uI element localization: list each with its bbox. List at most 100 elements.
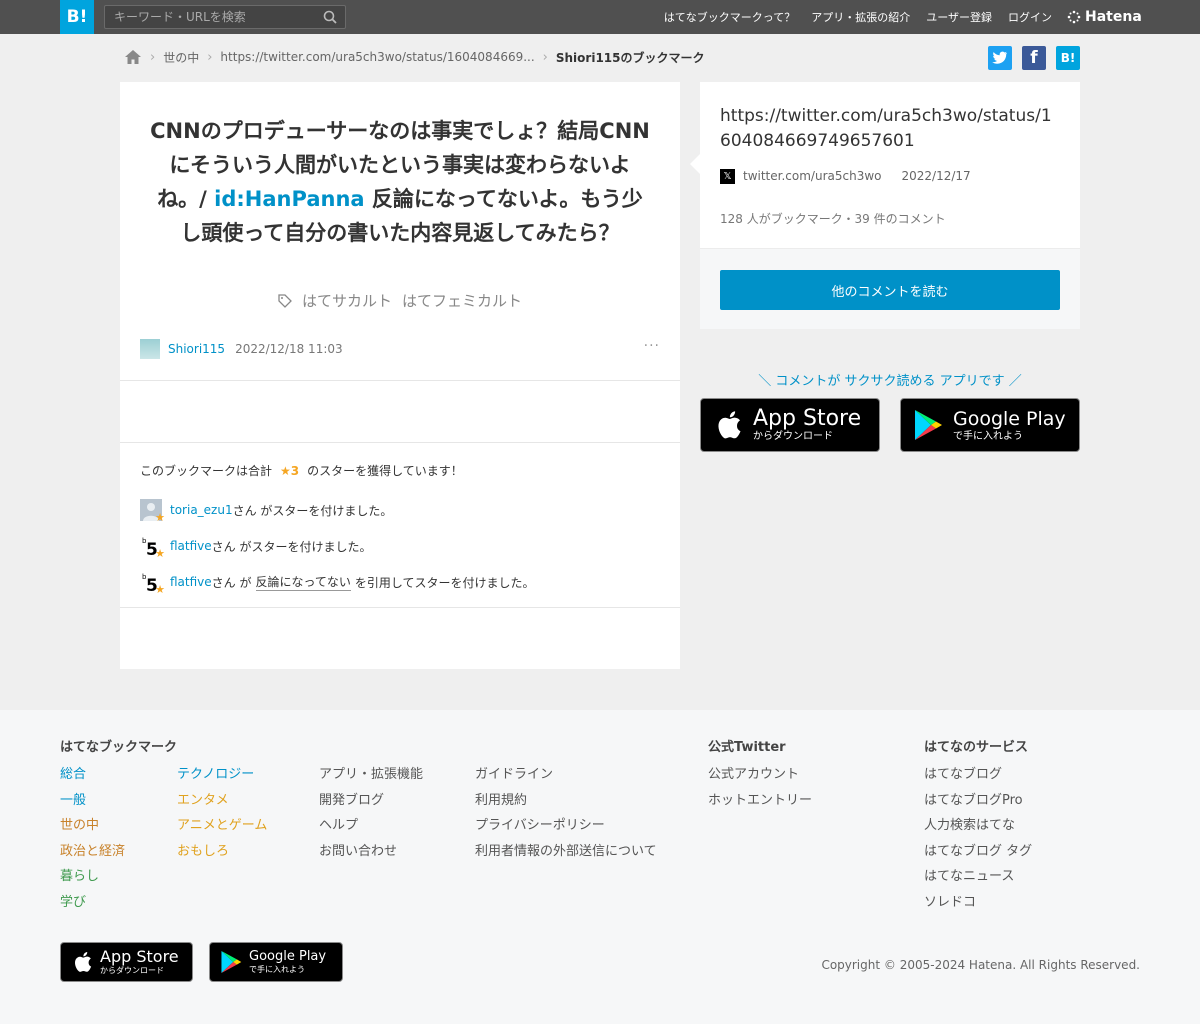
footer-link-all[interactable]: 総合 — [60, 766, 125, 784]
footer-link-blog[interactable]: はてなブログ — [924, 766, 1032, 784]
star-quote-link[interactable]: 反論になってない — [255, 573, 351, 591]
home-icon[interactable] — [124, 49, 142, 65]
share-hatena-button[interactable]: B! — [1056, 46, 1080, 70]
footer-link-apps[interactable]: アプリ・拡張機能 — [319, 766, 423, 784]
hatena-brand-link[interactable]: Hatena — [1067, 0, 1142, 34]
avatar[interactable]: b5 ★ — [140, 535, 165, 560]
app-store-subtitle: からダウンロード — [100, 966, 164, 975]
footer-link-game[interactable]: アニメとゲーム — [177, 817, 267, 835]
star-icon: ★ — [155, 583, 165, 596]
footer-link-terms[interactable]: 利用規約 — [475, 792, 657, 810]
divider — [120, 442, 680, 443]
divider — [120, 380, 680, 381]
app-store-badge[interactable]: App Store からダウンロード — [700, 398, 880, 452]
avatar[interactable] — [140, 339, 160, 359]
star-row-text: さん がスターを付けました。 — [232, 503, 393, 518]
footer-link-general[interactable]: 一般 — [60, 792, 125, 810]
footer-link-soredoko[interactable]: ソレドコ — [924, 894, 1032, 912]
share-facebook-button[interactable]: f — [1022, 46, 1046, 70]
entry-meta: 𝕏 twitter.com/ura5ch3wo 2022/12/17 — [720, 167, 971, 185]
footer-heading-bookmark: はてなブックマーク — [60, 740, 178, 755]
star-user-link[interactable]: toria_ezu1 — [170, 503, 233, 517]
entry-footer: 他のコメントを読む — [700, 248, 1080, 329]
footer-heading-twitter: 公式Twitter — [708, 740, 786, 755]
footer-link-entertainment[interactable]: エンタメ — [177, 792, 267, 810]
footer-link-fun[interactable]: おもしろ — [177, 843, 267, 861]
footer-link-devblog[interactable]: 開発ブログ — [319, 792, 423, 810]
google-play-badge[interactable]: Google Play で手に入れよう — [900, 398, 1080, 452]
star-list-item: b5 ★ flatfive さん がスターを付けました。 — [140, 535, 372, 560]
app-store-label: App Store からダウンロード — [100, 948, 179, 976]
star-row-text: を引用してスターを付けました。 — [354, 575, 535, 590]
apple-icon — [75, 951, 92, 972]
footer-links-a: アプリ・拡張機能 開発ブログ ヘルプ お問い合わせ — [319, 766, 423, 860]
breadcrumb-url[interactable]: https://twitter.com/ura5ch3wo/status/160… — [220, 50, 534, 64]
hatena-bookmark-logo[interactable]: B! — [60, 0, 94, 34]
entry-domain-link[interactable]: twitter.com/ura5ch3wo — [743, 169, 882, 183]
tag-list: はてサカルト はてフェミカルト — [120, 290, 680, 311]
entry-panel: https://twitter.com/ura5ch3wo/status/160… — [690, 82, 1080, 329]
comment-id-link[interactable]: id:HanPanna — [214, 187, 364, 211]
google-play-title: Google Play — [953, 408, 1066, 430]
bookmark-user-link[interactable]: Shiori115 — [168, 342, 225, 356]
footer-link-technology[interactable]: テクノロジー — [177, 766, 267, 784]
nav-login[interactable]: ログイン — [1008, 9, 1052, 25]
footer-link-blog-pro[interactable]: はてなブログPro — [924, 792, 1032, 810]
copyright: Copyright © 2005-2024 Hatena. All Rights… — [821, 958, 1140, 972]
breadcrumb-current: Shiori115のブックマーク — [555, 50, 705, 65]
nav-apps[interactable]: アプリ・拡張の紹介 — [811, 9, 910, 25]
search-input[interactable]: キーワード・URLを検索 — [104, 5, 346, 29]
bookmark-comment: CNNのプロデューサーなのは事実でしょ？結局CNNにそういう人間がいたという事実… — [150, 114, 650, 250]
footer-app-store-badge[interactable]: App Store からダウンロード — [60, 942, 193, 982]
footer-link-blog-tag[interactable]: はてなブログ タグ — [924, 843, 1032, 861]
star-summary-after: のスターを獲得しています！ — [307, 464, 463, 478]
footer-services: はてなブログ はてなブログPro 人力検索はてな はてなブログ タグ はてなニュ… — [924, 766, 1032, 911]
bookmark-date[interactable]: 2022/12/18 11:03 — [235, 342, 343, 356]
footer-link-help[interactable]: ヘルプ — [319, 817, 423, 835]
more-options-icon[interactable]: ··· — [644, 338, 660, 354]
app-store-subtitle: からダウンロード — [753, 431, 833, 442]
breadcrumb-category[interactable]: 世の中 — [163, 49, 199, 66]
share-twitter-button[interactable] — [988, 46, 1012, 70]
hatena-dots-icon — [1067, 10, 1081, 24]
footer-link-news[interactable]: はてなニュース — [924, 868, 1032, 886]
footer-link-life[interactable]: 暮らし — [60, 868, 125, 886]
facebook-icon: f — [1030, 48, 1038, 68]
star-row-text: さん がスターを付けました。 — [211, 539, 372, 554]
footer-categories-a: 総合 一般 世の中 政治と経済 暮らし 学び — [60, 766, 125, 911]
search-icon[interactable] — [323, 10, 337, 24]
star-user-link[interactable]: flatfive — [170, 539, 212, 553]
tag-icon — [278, 293, 292, 308]
footer-link-external-transmission[interactable]: 利用者情報の外部送信について — [475, 843, 657, 861]
star-user-link[interactable]: flatfive — [170, 575, 212, 589]
tag-item[interactable]: はてフェミカルト — [402, 290, 522, 311]
footer-link-question[interactable]: 人力検索はてな — [924, 817, 1032, 835]
bookmark-card: CNNのプロデューサーなのは事実でしょ？結局CNNにそういう人間がいたという事実… — [120, 82, 680, 669]
x-logo-icon: 𝕏 — [720, 168, 735, 184]
footer-link-official-account[interactable]: 公式アカウント — [708, 766, 812, 784]
top-bar: B! キーワード・URLを検索 はてなブックマークって？ アプリ・拡張の紹介 ユ… — [0, 0, 1200, 34]
entry-bookmark-count[interactable]: 128 人がブックマーク・39 件のコメント — [720, 210, 946, 227]
nav-register[interactable]: ユーザー登録 — [926, 9, 992, 25]
speech-arrow — [690, 154, 700, 174]
footer-link-social[interactable]: 世の中 — [60, 817, 125, 835]
avatar[interactable]: b5 ★ — [140, 571, 165, 596]
app-store-title: App Store — [753, 406, 862, 431]
footer-link-hotentry[interactable]: ホットエントリー — [708, 792, 812, 810]
bookmark-author-row: Shiori115 2022/12/18 11:03 ··· — [140, 338, 660, 360]
hatena-brand-text: Hatena — [1085, 9, 1142, 25]
entry-title-link[interactable]: https://twitter.com/ura5ch3wo/status/160… — [720, 104, 1060, 154]
star-summary: このブックマークは合計 ★3 のスターを獲得しています！ — [140, 462, 463, 479]
footer-link-economics[interactable]: 政治と経済 — [60, 843, 125, 861]
read-other-comments-button[interactable]: 他のコメントを読む — [720, 270, 1060, 310]
footer-google-play-badge[interactable]: Google Play で手に入れよう — [209, 942, 343, 982]
avatar[interactable]: ★ — [140, 499, 165, 524]
footer-link-privacy[interactable]: プライバシーポリシー — [475, 817, 657, 835]
footer-link-guideline[interactable]: ガイドライン — [475, 766, 657, 784]
footer-link-contact[interactable]: お問い合わせ — [319, 843, 423, 861]
tag-item[interactable]: はてサカルト — [302, 290, 392, 311]
footer-link-knowledge[interactable]: 学び — [60, 894, 125, 912]
nav-about[interactable]: はてなブックマークって？ — [664, 9, 795, 25]
star-summary-before: このブックマークは合計 — [140, 464, 273, 478]
entry-date: 2022/12/17 — [901, 169, 971, 183]
